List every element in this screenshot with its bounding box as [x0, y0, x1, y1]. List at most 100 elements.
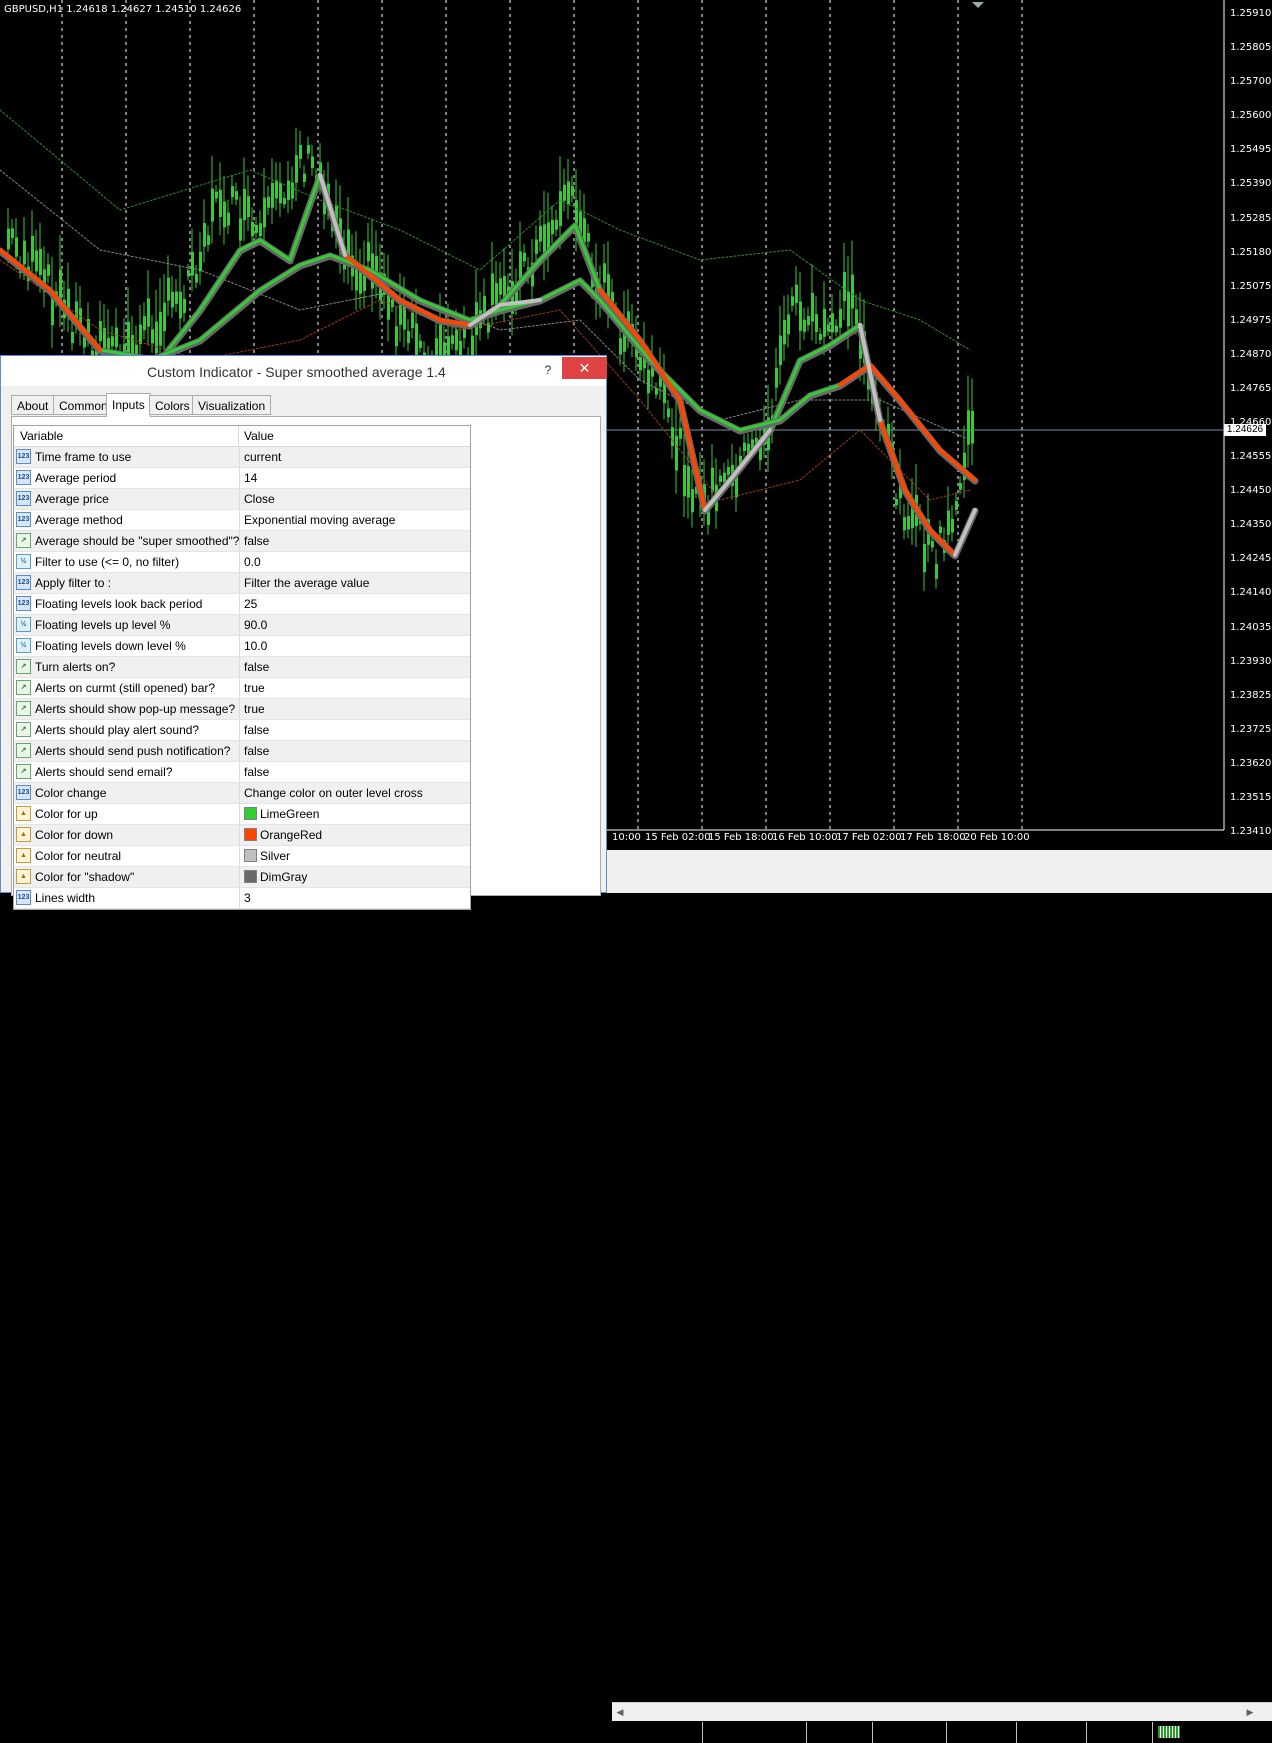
bool-type-icon: ↗: [16, 764, 31, 779]
input-row[interactable]: ↗ Alerts should show pop-up message? true: [14, 699, 470, 720]
input-row[interactable]: ▲ Color for down OrangeRed: [14, 825, 470, 846]
tab-common[interactable]: Common: [53, 395, 114, 415]
price-tick-label: 1.25495: [1230, 144, 1272, 156]
candle-body: [195, 273, 198, 283]
value-cell[interactable]: Close: [244, 489, 275, 509]
grid-rows: 123 Time frame to use current 123 Average pe…: [14, 447, 470, 909]
input-row[interactable]: 123 Floating levels look back period 25: [14, 594, 470, 615]
help-button[interactable]: ?: [535, 360, 561, 380]
input-row[interactable]: 123 Apply filter to : Filter the average v…: [14, 573, 470, 594]
value-cell[interactable]: 25: [244, 594, 257, 614]
tab-colors[interactable]: Colors: [149, 395, 196, 415]
variable-name: Average should be "super smoothed"?: [35, 534, 240, 548]
input-row[interactable]: 123 Average price Close: [14, 489, 470, 510]
value-text: 10.0: [244, 639, 268, 653]
input-row[interactable]: ↗ Alerts should send push notification? fa…: [14, 741, 470, 762]
dialog-title: Custom Indicator - Super smoothed averag…: [147, 364, 446, 380]
input-row[interactable]: ↗ Alerts should send email? false: [14, 762, 470, 783]
value-cell[interactable]: false: [244, 657, 269, 677]
value-cell[interactable]: current: [244, 447, 281, 467]
value-cell[interactable]: Filter the average value: [244, 573, 369, 593]
chart-scrollbar[interactable]: ◀ ▶: [612, 1702, 1272, 1721]
value-cell[interactable]: 14: [244, 468, 257, 488]
value-cell[interactable]: DimGray: [244, 867, 307, 887]
dialog-body: About Common Inputs Colors Visualization…: [1, 386, 606, 910]
tab-about[interactable]: About: [11, 395, 55, 415]
candle-body: [7, 228, 10, 250]
candle-body: [603, 263, 606, 283]
traffic-text: 1156/2 kb: [1184, 1725, 1236, 1739]
value-cell[interactable]: false: [244, 762, 269, 782]
input-row[interactable]: 123 Average method Exponential moving aver…: [14, 510, 470, 531]
price-tick-label: 1.24035: [1230, 621, 1272, 633]
symbol-info: GBPUSD,H1 1.24618 1.24627 1.24510 1.2462…: [4, 4, 242, 15]
value-text: Close: [244, 492, 275, 506]
value-cell[interactable]: 0.0: [244, 552, 261, 572]
input-row[interactable]: ½ Filter to use (<= 0, no filter) 0.0: [14, 552, 470, 573]
value-cell[interactable]: true: [244, 699, 265, 719]
bool-type-icon: ↗: [16, 722, 31, 737]
scroll-left-icon[interactable]: ◀: [612, 1703, 628, 1721]
inputs-grid[interactable]: Variable Value 123 Time frame to use curre…: [13, 425, 471, 910]
integer-type-icon: 123: [16, 575, 31, 590]
input-row[interactable]: ↗ Alerts on curmt (still opened) bar? true: [14, 678, 470, 699]
candle-body: [203, 223, 206, 247]
input-row[interactable]: ½ Floating levels down level % 10.0: [14, 636, 470, 657]
candle-body: [47, 264, 50, 276]
dialog-titlebar[interactable]: Custom Indicator - Super smoothed averag…: [1, 356, 607, 386]
scroll-right-icon[interactable]: ▶: [1242, 1703, 1258, 1721]
value-cell[interactable]: 90.0: [244, 615, 267, 635]
candle-body: [143, 316, 146, 331]
candle-body: [839, 308, 842, 328]
input-row[interactable]: ▲ Color for "shadow" DimGray: [14, 867, 470, 888]
value-cell[interactable]: Exponential moving average: [244, 510, 395, 530]
value-cell[interactable]: Change color on outer level cross: [244, 783, 423, 803]
tab-visualization[interactable]: Visualization: [192, 395, 272, 415]
value-text: 3: [244, 891, 251, 905]
input-row[interactable]: ↗ Turn alerts on? false: [14, 657, 470, 678]
value-text: false: [244, 744, 270, 758]
input-row[interactable]: 123 Lines width 3: [14, 888, 470, 909]
value-cell[interactable]: false: [244, 531, 269, 551]
variable-cell: 123 Apply filter to :: [14, 573, 240, 593]
candle-body: [227, 212, 230, 226]
candle-body: [283, 198, 286, 205]
input-row[interactable]: ▲ Color for neutral Silver: [14, 846, 470, 867]
candle-body: [555, 219, 558, 230]
candle-body: [439, 324, 442, 355]
input-row[interactable]: ▲ Color for up LimeGreen: [14, 804, 470, 825]
bool-type-icon: ↗: [16, 659, 31, 674]
value-column-header[interactable]: Value: [244, 426, 274, 446]
current-price-tag: 1.24626: [1224, 424, 1266, 436]
candle-body: [367, 242, 370, 262]
tab-inputs[interactable]: Inputs: [106, 393, 151, 417]
value-cell[interactable]: true: [244, 678, 265, 698]
value-cell[interactable]: false: [244, 741, 269, 761]
variable-cell: ↗ Average should be "super smoothed"?: [14, 531, 240, 551]
input-row[interactable]: ↗ Alerts should play alert sound? false: [14, 720, 470, 741]
color-swatch: [244, 807, 257, 820]
candle-body: [803, 319, 806, 332]
value-text: Filter the average value: [244, 576, 370, 590]
variable-name: Color for neutral: [35, 849, 122, 863]
value-cell[interactable]: OrangeRed: [244, 825, 322, 845]
input-row[interactable]: 123 Average period 14: [14, 468, 470, 489]
input-row[interactable]: ↗ Average should be "super smoothed"? fals…: [14, 531, 470, 552]
variable-column-header[interactable]: Variable: [14, 426, 239, 446]
candle-body: [535, 239, 538, 254]
close-button[interactable]: ✕: [562, 357, 607, 379]
value-cell[interactable]: Silver: [244, 846, 290, 866]
value-cell[interactable]: false: [244, 720, 269, 740]
candle-body: [263, 197, 266, 228]
value-cell[interactable]: LimeGreen: [244, 804, 319, 824]
candle-body: [783, 319, 786, 345]
value-cell[interactable]: 3: [244, 888, 251, 908]
value-cell[interactable]: 10.0: [244, 636, 267, 656]
indicator-dialog[interactable]: Custom Indicator - Super smoothed averag…: [0, 355, 607, 910]
input-row[interactable]: ½ Floating levels up level % 90.0: [14, 615, 470, 636]
price-tick-label: 1.24140: [1230, 587, 1272, 599]
candle-body: [287, 180, 290, 201]
candle-body: [275, 180, 278, 199]
input-row[interactable]: 123 Time frame to use current: [14, 447, 470, 468]
input-row[interactable]: 123 Color change Change color on outer lev…: [14, 783, 470, 804]
